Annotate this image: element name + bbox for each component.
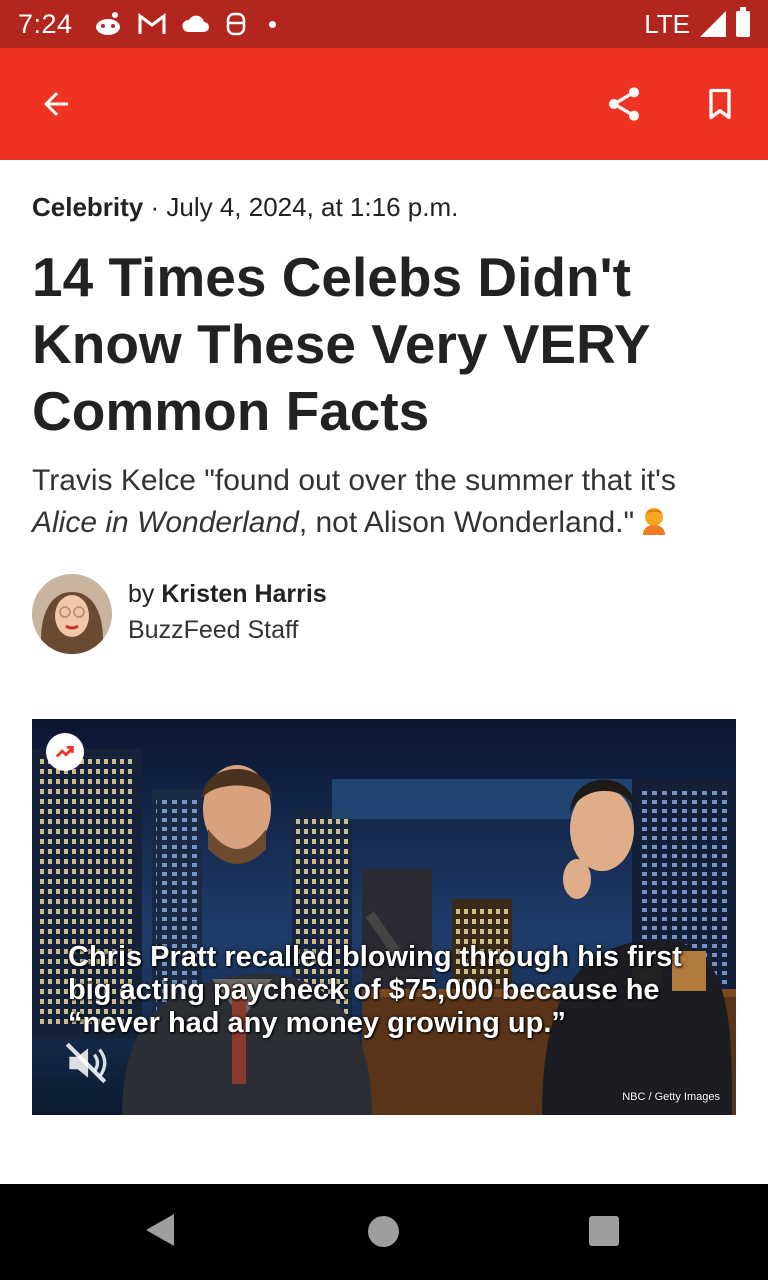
article-headline: 14 Times Celebs Didn't Know These Very V…	[32, 246, 650, 442]
nav-home-button[interactable]	[368, 1216, 399, 1247]
nav-back-button[interactable]	[146, 1214, 174, 1246]
back-button[interactable]	[28, 76, 84, 132]
author-photo	[32, 574, 112, 654]
battery-icon	[736, 7, 750, 37]
author-role: BuzzFeed Staff	[128, 616, 299, 644]
share-icon	[609, 87, 639, 121]
author-name[interactable]: Kristen Harris	[161, 580, 326, 608]
meta-separator: ·	[143, 192, 167, 222]
author-byline: by Kristen Harris	[128, 580, 327, 609]
dek-suffix: , not Alison Wonderland."	[298, 506, 635, 539]
cloud-icon	[182, 15, 209, 32]
reddit-icon	[95, 12, 120, 35]
status-right: LTE	[644, 7, 750, 40]
gmail-icon	[138, 13, 166, 34]
author-avatar[interactable]	[32, 574, 112, 654]
dek-prefix: Travis Kelce "found out over the summer …	[32, 464, 676, 497]
bookmark-button[interactable]	[692, 76, 748, 132]
signal-icon	[700, 11, 726, 37]
system-nav-bar	[0, 1184, 768, 1280]
app-icon	[226, 12, 245, 36]
article-meta: Celebrity · July 4, 2024, at 1:16 p.m.	[32, 192, 458, 223]
app-bar	[0, 48, 768, 160]
publish-date: July 4, 2024, at 1:16 p.m.	[166, 192, 459, 222]
article-video[interactable]: Chris Pratt recalled blowing through his…	[32, 719, 736, 1115]
more-notifications-dot	[268, 20, 276, 28]
by-label: by	[128, 580, 162, 608]
trending-badge	[46, 733, 84, 771]
video-caption: Chris Pratt recalled blowing through his…	[68, 941, 682, 1039]
network-type: LTE	[644, 8, 690, 39]
trending-arrow-icon	[55, 746, 74, 758]
photo-credit: NBC / Getty Images	[622, 1091, 720, 1103]
article-dek: Travis Kelce "found out over the summer …	[32, 460, 736, 544]
volume-off-icon	[65, 1042, 107, 1084]
nav-recents-button[interactable]	[589, 1216, 619, 1246]
status-time: 7:24	[18, 8, 73, 39]
arrow-left-icon	[44, 92, 68, 116]
share-button[interactable]	[596, 76, 652, 132]
face-palm-emoji-icon	[643, 508, 666, 535]
video-frame-image	[32, 719, 736, 1115]
bookmark-icon	[709, 88, 731, 120]
mute-button[interactable]	[58, 1035, 114, 1091]
dek-italic: Alice in Wonderland	[32, 506, 299, 539]
notification-icons	[93, 11, 276, 37]
category-link[interactable]: Celebrity	[32, 192, 143, 222]
status-bar: 7:24 LTE	[0, 0, 768, 48]
